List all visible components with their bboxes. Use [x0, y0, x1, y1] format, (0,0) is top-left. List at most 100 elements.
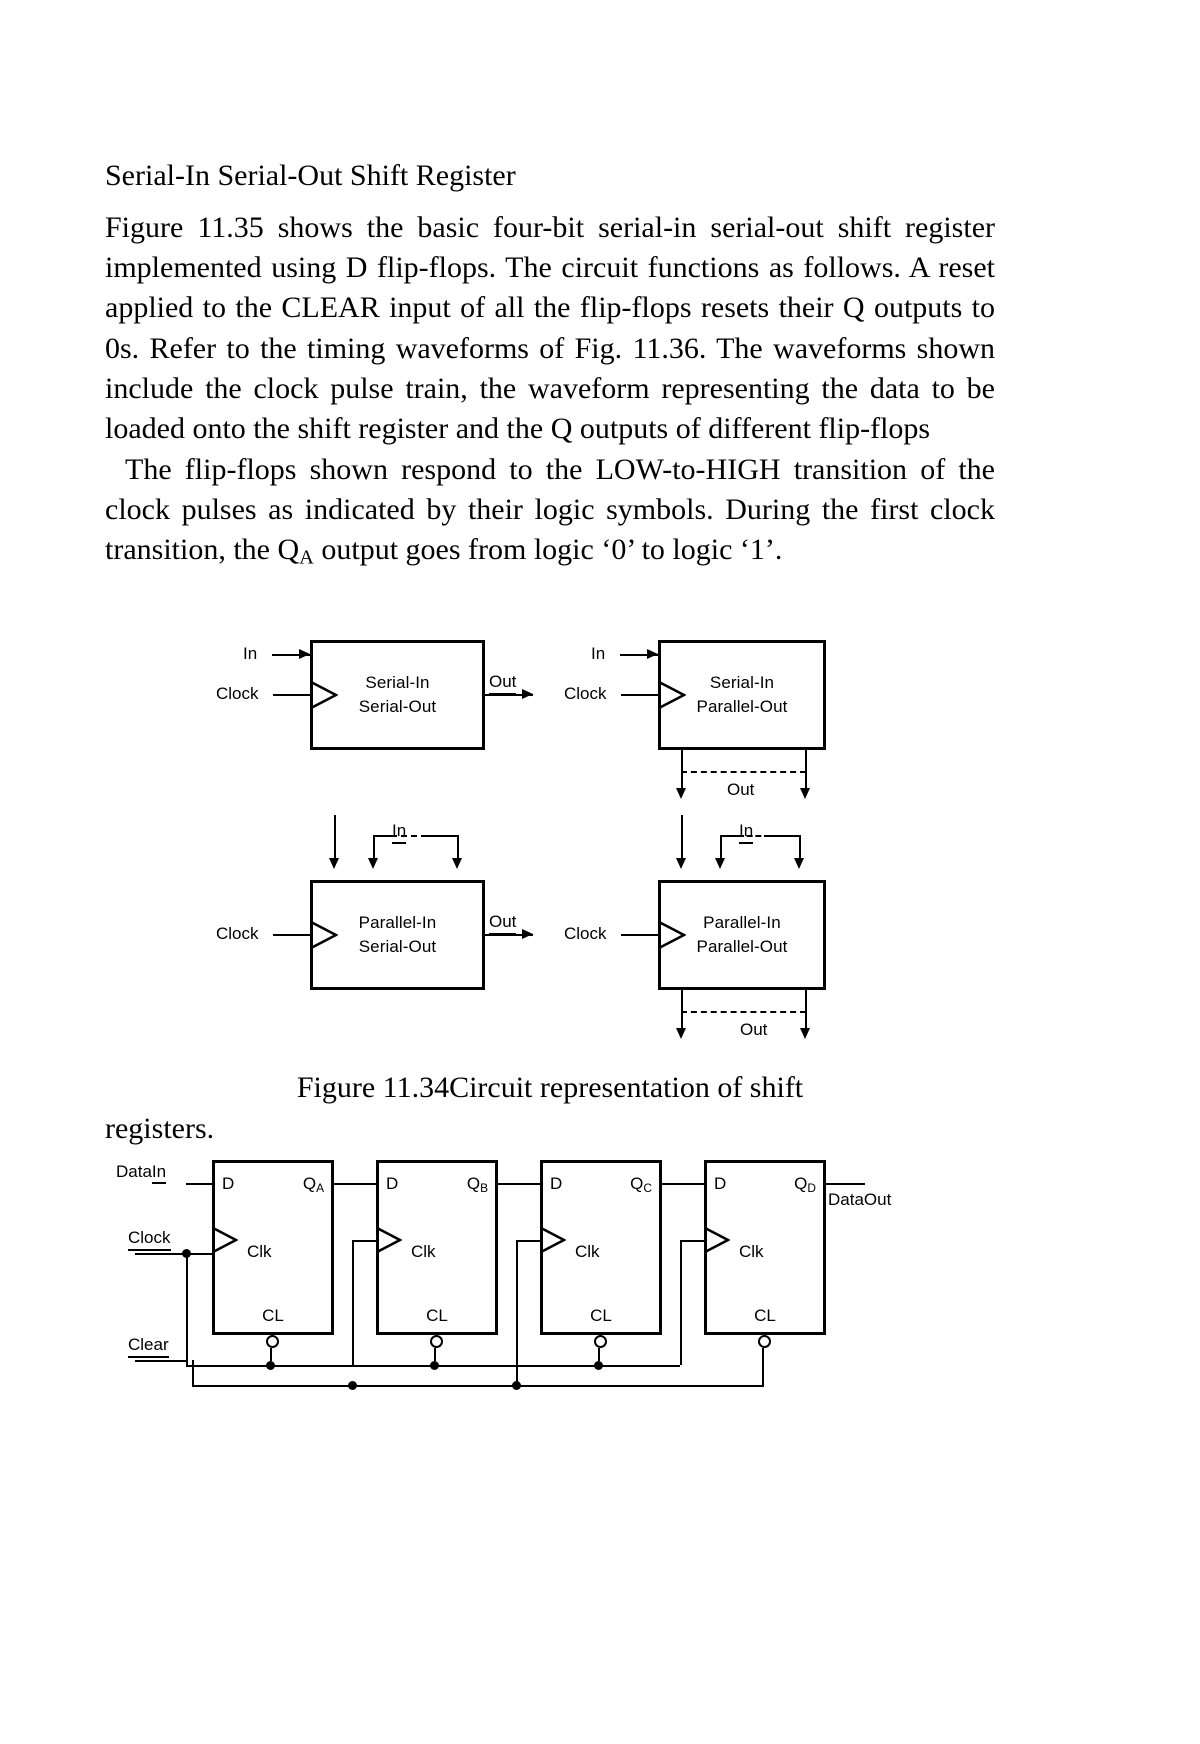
ff-d-clk-pin: Clk: [739, 1242, 764, 1261]
block1-output-label: Out: [489, 672, 517, 695]
ff-b-q-subscript: B: [480, 1180, 488, 1195]
block4-input-arrowhead-left: [676, 858, 686, 869]
clear-junction-dot-2: [512, 1381, 521, 1390]
ff-d-clock-triangle-icon: [704, 1226, 730, 1254]
ff-a-d-pin: D: [222, 1174, 235, 1193]
ff-a-q-letter: Q: [302, 1174, 317, 1193]
clear-riser-a: [270, 1348, 272, 1361]
block4-input-arrowhead-right: [794, 858, 804, 869]
clock-feed-b-vertical: [352, 1240, 354, 1365]
clock-drop-wire: [186, 1253, 188, 1366]
ff-d-d-pin: D: [714, 1174, 727, 1193]
block2-output-arrowhead-right: [800, 788, 810, 799]
block2-output-bus-dashed: [681, 771, 806, 773]
clock-lower-bus: [186, 1365, 370, 1367]
figure-caption: Figure 11.34Circuit representation of sh…: [105, 1068, 995, 1149]
clear-riser-d: [762, 1348, 764, 1361]
ff-c-q-subscript: C: [643, 1180, 652, 1195]
ff-a-q-subscript: A: [316, 1180, 324, 1195]
block1-clock-wire: [273, 694, 310, 696]
data-in-label: DataIn: [116, 1162, 167, 1184]
ff-c-clock-triangle-icon: [540, 1226, 566, 1254]
ff-b-cl-pin: CL: [426, 1306, 448, 1325]
block2-output-stub-right: [805, 750, 807, 772]
block3-title-line2: Serial-Out: [358, 937, 437, 956]
block1-input-arrowhead: [299, 649, 310, 659]
block3-title-line1: Parallel-In: [358, 912, 437, 932]
data-out-label: DataOut: [828, 1190, 892, 1209]
qb-to-dc-wire: [495, 1183, 542, 1185]
paragraph-2-text-b: output goes from logic ‘0’ to logic ‘1’.: [313, 533, 783, 567]
clear-return-riser: [192, 1360, 194, 1385]
clear-riser-c: [598, 1348, 600, 1361]
block1-output-arrowhead: [522, 689, 533, 699]
block2-output-arrowhead-left: [676, 788, 686, 799]
ff-d-cl-pin: CL: [754, 1306, 776, 1325]
clear-bus-wire: [135, 1360, 186, 1362]
data-out-wire: [823, 1183, 865, 1185]
ff-b-clock-triangle-icon: [376, 1226, 402, 1254]
block4-input-bus-right: [770, 835, 800, 837]
block4-output-stub-left: [681, 990, 683, 1012]
block4-output-arrowhead-right: [800, 1028, 810, 1039]
block4-output-arrowhead-left: [676, 1028, 686, 1039]
clock-feed-d-horizontal: [680, 1240, 706, 1242]
text-block: Serial-In Serial-Out Shift Register Figu…: [105, 155, 995, 572]
ff-c-d-pin: D: [550, 1174, 563, 1193]
ff-b-d-pin: D: [386, 1174, 399, 1193]
shift-register-schematic: D QA Clk CL D QB Clk CL D QC Clk CL D QD…: [0, 1150, 1200, 1410]
block4-clock-wire: [621, 934, 658, 936]
q-subscript-a: A: [299, 546, 314, 569]
clear-riser-b: [434, 1348, 436, 1361]
section-heading: Serial-In Serial-Out Shift Register: [105, 159, 516, 192]
block3-input-bus-left: [373, 835, 391, 837]
block3-input-bus-right: [427, 835, 458, 837]
ff-a-clear-bubble-icon: [266, 1335, 279, 1348]
clock-feed-d-vertical: [680, 1240, 682, 1365]
clear-junction-dot-1: [348, 1381, 357, 1390]
block3-input-arrowhead-left: [329, 858, 339, 869]
block-title-line2: Serial-Out: [358, 697, 437, 716]
block3-clock-wire: [273, 934, 310, 936]
block2-title-line1: Serial-In: [709, 672, 775, 692]
document-page: Serial-In Serial-Out Shift Register Figu…: [0, 0, 1200, 1744]
ff-a-clk-pin: Clk: [247, 1242, 272, 1261]
clock-feed-c-horizontal: [516, 1240, 542, 1242]
ff-a-q-pin: QA: [303, 1174, 324, 1195]
clock-feed-b-horizontal: [352, 1240, 378, 1242]
clock-feed-c-vertical: [516, 1240, 518, 1383]
figure-caption-line2: registers.: [105, 1111, 215, 1145]
ff-c-q-letter: Q: [630, 1174, 644, 1193]
figure-caption-line1: Figure 11.34Circuit representation of sh…: [296, 1071, 804, 1104]
block4-input-arrowhead-mid: [715, 858, 725, 869]
block3-input-label: In: [392, 821, 407, 844]
ff-b-clear-bubble-icon: [430, 1335, 443, 1348]
block4-output-bus-dashed: [681, 1011, 806, 1013]
block4-output-stub-right: [805, 990, 807, 1012]
block3-clock-label: Clock: [216, 924, 259, 943]
clock-junction-dot-b: [266, 1361, 275, 1370]
clock-junction-dot-d: [594, 1361, 603, 1370]
block4-clock-label: Clock: [564, 924, 607, 943]
ff-c-clk-pin: Clk: [575, 1242, 600, 1261]
data-in-label-suffix: In: [151, 1162, 167, 1184]
clear-label: Clear: [128, 1335, 169, 1358]
block4-title-line1: Parallel-In: [703, 912, 781, 932]
ff-c-clear-bubble-icon: [594, 1335, 607, 1348]
paragraph-1: Figure 11.35 shows the basic four-bit se…: [105, 208, 995, 450]
block2-output-label: Out: [727, 780, 755, 799]
block3-input-arrowhead-mid: [368, 858, 378, 869]
ff-b-clk-pin: Clk: [411, 1242, 436, 1261]
ff-c-q-pin: QC: [630, 1174, 652, 1195]
block4-input-bus-left: [720, 835, 738, 837]
block2-input-label: In: [591, 644, 606, 663]
block2-clock-wire: [621, 694, 658, 696]
block3-output-label: Out: [489, 912, 517, 935]
ff-d-clear-bubble-icon: [758, 1335, 771, 1348]
block-title-line1: Serial-In: [365, 672, 430, 692]
data-in-wire: [186, 1183, 214, 1185]
block4-input-stub-down: [681, 815, 683, 835]
block4-clock-triangle-icon: [658, 920, 686, 950]
block1-input-label: In: [243, 644, 258, 663]
ff-d-q-letter: Q: [794, 1174, 808, 1193]
